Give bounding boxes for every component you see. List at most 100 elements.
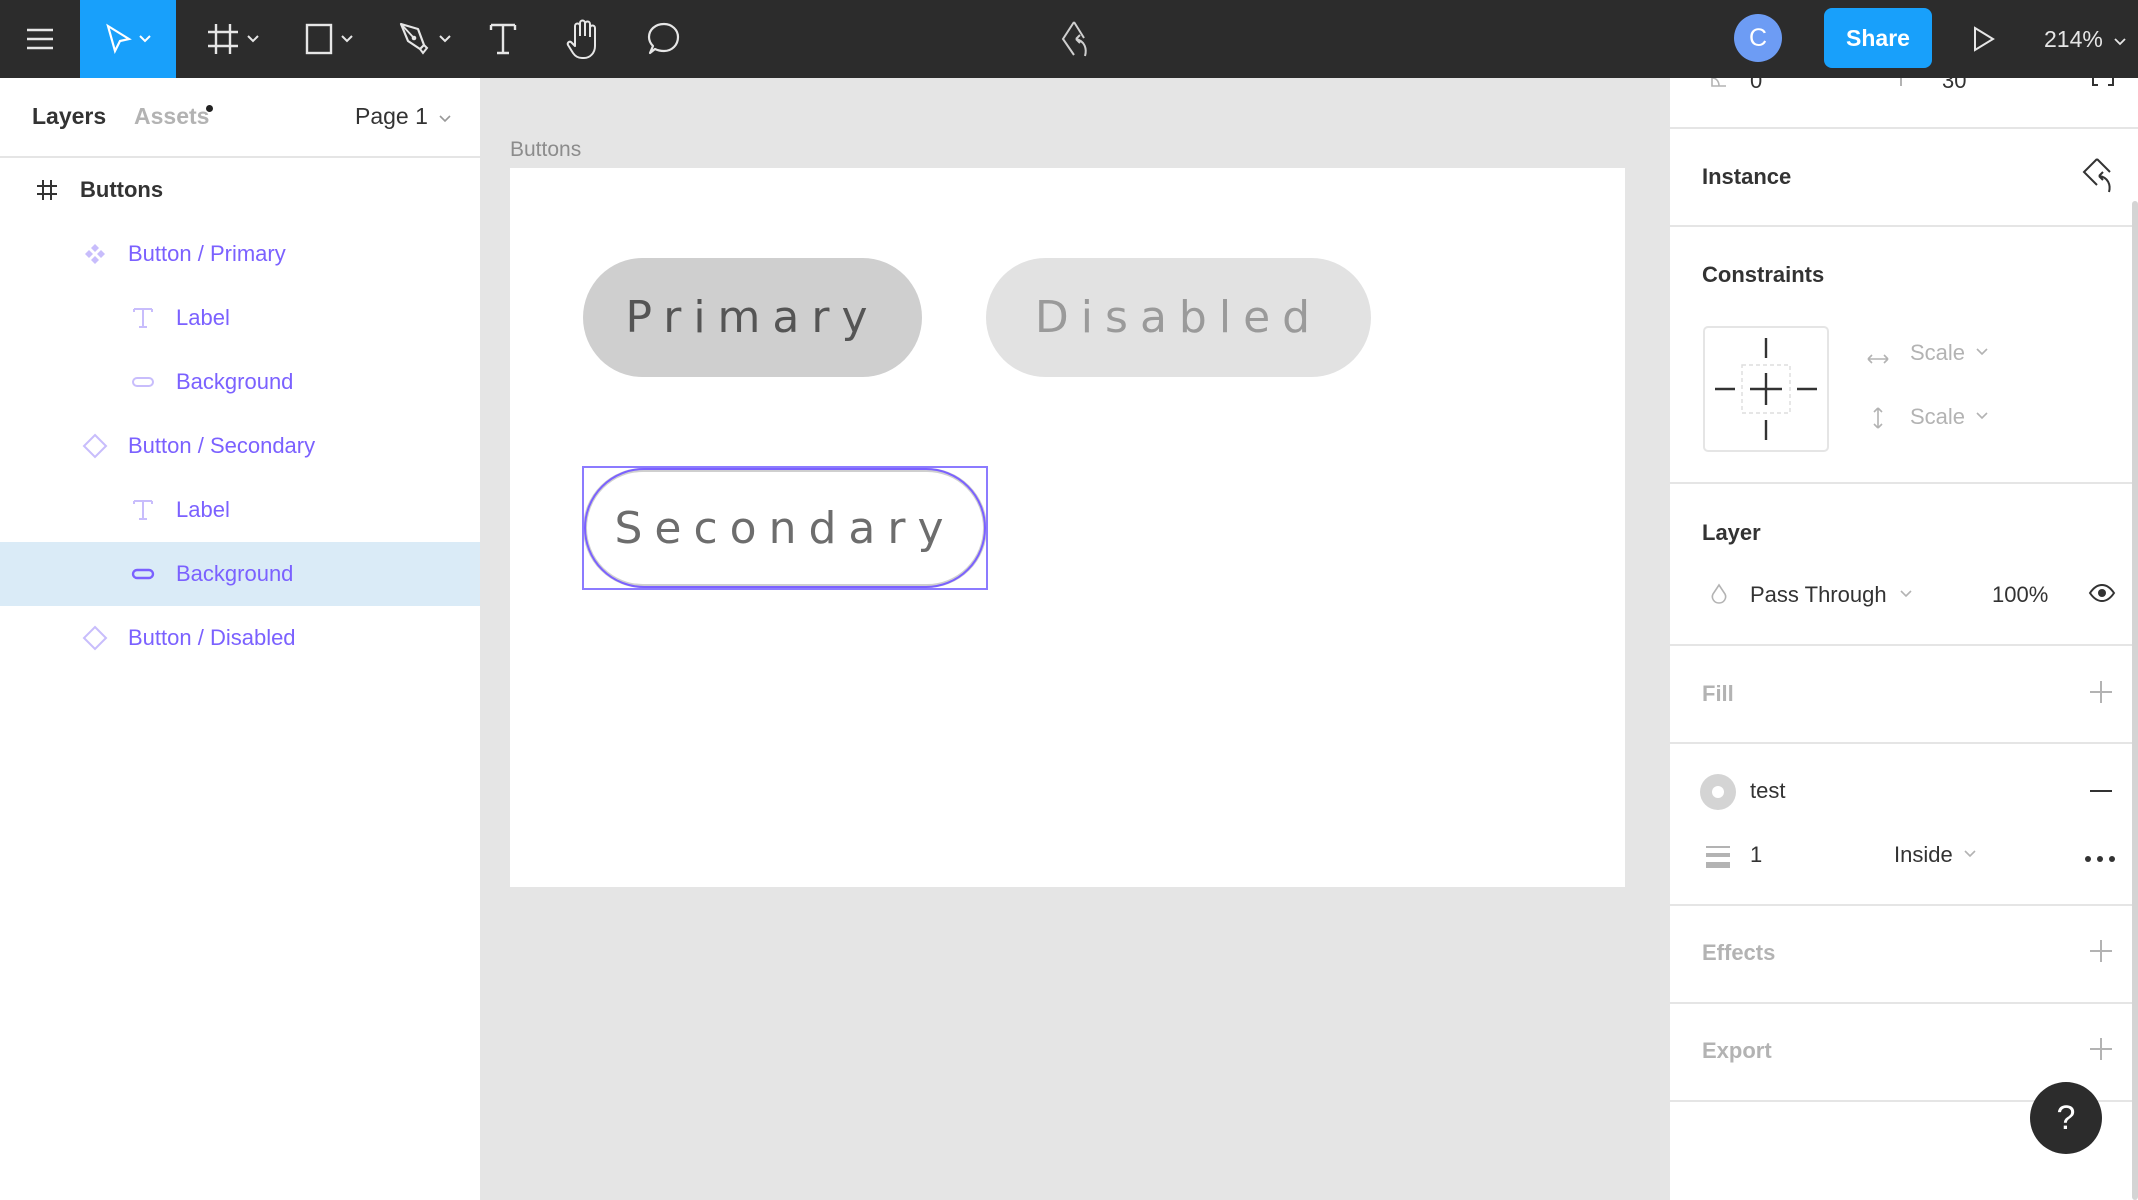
chevron-down-icon	[246, 34, 260, 44]
layer-row-buttons-frame[interactable]: Buttons	[0, 158, 480, 222]
text-layer-icon	[130, 305, 156, 331]
hand-icon	[565, 18, 601, 60]
go-to-main-component-button[interactable]	[1050, 0, 1100, 78]
rectangle-icon	[304, 22, 334, 56]
component-icon	[82, 241, 108, 267]
add-export-plus-icon[interactable]	[2088, 1036, 2114, 1062]
layer-label: Label	[176, 497, 230, 522]
independent-corners-icon[interactable]	[2092, 78, 2114, 92]
vertical-constraint-value: Scale	[1910, 404, 1966, 429]
comment-tool-button[interactable]	[638, 0, 688, 78]
horizontal-arrows-icon	[1866, 352, 1890, 370]
go-to-main-component-icon[interactable]	[2080, 156, 2116, 201]
hamburger-icon	[25, 27, 55, 51]
chevron-down-icon	[1899, 586, 1913, 604]
effects-section-title: Effects	[1702, 940, 1776, 965]
page-selector[interactable]: Page 1	[355, 103, 452, 130]
tab-layers[interactable]: Layers	[32, 103, 106, 130]
vertical-constraint-dropdown[interactable]: Scale	[1910, 404, 1989, 430]
question-mark-icon: ?	[2056, 1098, 2076, 1137]
instance-icon	[82, 433, 108, 459]
frame-tool-button[interactable]	[196, 0, 270, 78]
layer-section-title: Layer	[1702, 520, 1761, 545]
remove-stroke-minus-icon[interactable]	[2090, 790, 2112, 792]
instance-section-title: Instance	[1702, 164, 1792, 189]
zoom-level-value: 214%	[2044, 25, 2103, 52]
layer-opacity-input[interactable]: 100%	[1992, 582, 2048, 608]
layer-row-background-selected[interactable]: Background	[0, 542, 480, 606]
go-to-main-component-icon	[1057, 19, 1093, 59]
play-icon	[1972, 25, 1996, 53]
share-button[interactable]: Share	[1824, 8, 1932, 68]
layer-label: Background	[176, 369, 294, 394]
primary-button-component[interactable]: Primary	[583, 258, 922, 377]
layer-row-label[interactable]: Label	[0, 286, 480, 350]
constraints-widget[interactable]	[1703, 326, 1829, 452]
eye-visibility-icon[interactable]	[2088, 583, 2116, 607]
chevron-down-icon	[438, 103, 452, 130]
rounded-rectangle-icon	[130, 369, 156, 395]
user-avatar[interactable]: C	[1734, 14, 1782, 62]
buttons-frame[interactable]: Primary Disabled Secondary	[510, 168, 1625, 887]
fill-section-title: Fill	[1702, 681, 1734, 706]
pen-icon	[398, 21, 432, 57]
pen-tool-button[interactable]	[388, 0, 462, 78]
stroke-style-swatch-icon[interactable]	[1700, 774, 1736, 815]
chevron-down-icon	[1963, 846, 1977, 864]
constraints-section-title: Constraints	[1702, 262, 1825, 287]
layer-label: Button / Primary	[128, 241, 286, 266]
divider	[1670, 225, 2138, 227]
blend-mode-dropdown[interactable]: Pass Through	[1750, 582, 1913, 608]
text-tool-button[interactable]	[478, 0, 528, 78]
more-options-icon[interactable]	[2084, 850, 2116, 868]
vertical-arrows-icon	[1872, 406, 1884, 435]
blend-mode-value: Pass Through	[1750, 582, 1887, 607]
disabled-button-label: Disabled	[1034, 292, 1323, 343]
disabled-button-instance[interactable]: Disabled	[986, 258, 1371, 377]
layers-panel: Layers Assets Page 1 Buttons Button / Pr…	[0, 78, 480, 1200]
page-selector-label: Page 1	[355, 103, 428, 129]
divider	[1670, 742, 2138, 744]
chevron-down-icon	[2113, 26, 2127, 53]
layer-label: Background	[176, 561, 294, 586]
layer-row-button-secondary[interactable]: Button / Secondary	[0, 414, 480, 478]
layer-row-label[interactable]: Label	[0, 478, 480, 542]
layer-label: Label	[176, 305, 230, 330]
layer-row-button-disabled[interactable]: Button / Disabled	[0, 606, 480, 670]
frame-label[interactable]: Buttons	[510, 138, 581, 162]
shape-tool-button[interactable]	[292, 0, 366, 78]
present-button[interactable]	[1962, 0, 2006, 78]
corner-radius-value[interactable]: 30	[1942, 78, 1966, 94]
horizontal-constraint-value: Scale	[1910, 340, 1966, 365]
text-layer-icon	[130, 497, 156, 523]
divider	[1670, 644, 2138, 646]
move-tool-button[interactable]	[80, 0, 176, 78]
export-section-title: Export	[1702, 1038, 1772, 1063]
chevron-down-icon	[340, 34, 354, 44]
zoom-level-dropdown[interactable]: 214%	[2044, 0, 2127, 78]
stroke-weight-input[interactable]: 1	[1750, 842, 1762, 868]
layer-label: Button / Disabled	[128, 625, 296, 650]
main-menu-button[interactable]	[0, 0, 80, 78]
hand-tool-button[interactable]	[558, 0, 608, 78]
tab-assets[interactable]: Assets	[134, 103, 209, 130]
stroke-style-name[interactable]: test	[1750, 778, 1785, 804]
canvas[interactable]: Buttons Primary Disabled Secondary	[480, 78, 1670, 1200]
chevron-down-icon	[1975, 344, 1989, 362]
secondary-button-instance[interactable]: Secondary	[583, 468, 987, 588]
add-fill-plus-icon[interactable]	[2088, 679, 2114, 705]
stroke-position-value: Inside	[1894, 842, 1953, 867]
rotation-icon	[1710, 78, 1728, 93]
rounded-rectangle-icon	[130, 561, 156, 587]
rotation-value[interactable]: 0	[1750, 78, 1762, 94]
stroke-weight-icon	[1706, 844, 1730, 873]
properties-scrollbar[interactable]	[2132, 201, 2138, 1200]
add-effect-plus-icon[interactable]	[2088, 938, 2114, 964]
chevron-down-icon	[438, 34, 452, 44]
help-button[interactable]: ?	[2030, 1082, 2102, 1154]
stroke-position-dropdown[interactable]: Inside	[1894, 842, 1977, 868]
chevron-down-icon	[1975, 408, 1989, 426]
horizontal-constraint-dropdown[interactable]: Scale	[1910, 340, 1989, 366]
layer-row-background[interactable]: Background	[0, 350, 480, 414]
layer-row-button-primary[interactable]: Button / Primary	[0, 222, 480, 286]
